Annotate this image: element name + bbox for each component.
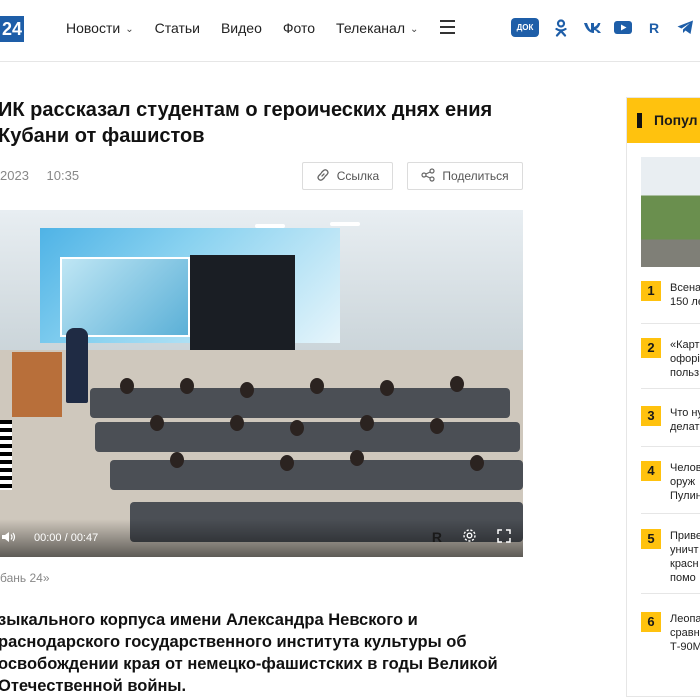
nav-item-label: Телеканал <box>336 20 405 36</box>
nav-item-label: Видео <box>220 20 262 36</box>
divider <box>641 446 700 447</box>
video-frame-audience <box>310 378 324 394</box>
article-meta: 2023 10:35 <box>0 168 79 183</box>
telegram-icon[interactable] <box>676 19 694 37</box>
nav-item-video[interactable]: Видео <box>221 20 262 36</box>
popular-item-number: 5 <box>641 529 661 549</box>
social-links: ДОК R <box>511 18 694 37</box>
nav-item-label: Статьи <box>154 20 200 36</box>
share-button[interactable]: Поделиться <box>407 162 523 190</box>
video-time: 00:00 / 00:47 <box>34 532 99 544</box>
popular-sidebar: Попул 1 Всена150 ле 2 «Картофоріпольз 3 … <box>626 97 700 697</box>
video-frame-audience <box>290 420 304 436</box>
popular-item[interactable]: 4 Челов оруж Пулин <box>641 461 700 505</box>
nav-item-label: Фото <box>282 20 316 36</box>
video-controls-right: R <box>432 528 511 546</box>
video-frame-audience <box>120 378 134 394</box>
popular-item-title: «Карт офорі польз <box>670 339 700 379</box>
video-frame-light <box>330 222 360 226</box>
copy-link-button[interactable]: Ссылка <box>302 162 393 190</box>
video-frame-audience <box>360 415 374 431</box>
site-logo[interactable]: 24 <box>0 16 24 42</box>
popular-item-number: 4 <box>641 461 661 481</box>
volume-icon[interactable] <box>2 531 18 546</box>
share-label: Поделиться <box>442 169 509 183</box>
popular-item-number: 3 <box>641 406 661 426</box>
chevron-down-icon: ⌄ <box>125 23 134 35</box>
video-frame-audience <box>350 450 364 466</box>
link-icon <box>316 168 330 185</box>
site-header: 24 Новости ⌄ Статьи Видео Фото Телеканал ⌄… <box>0 0 700 62</box>
nav-item-photo[interactable]: Фото <box>283 20 315 36</box>
video-frame-audience <box>170 452 184 468</box>
video-frame-audience <box>380 380 394 396</box>
video-frame-audience <box>150 415 164 431</box>
article-time: 10:35 <box>46 168 80 183</box>
article-lead: зыкального корпуса имени Александра Невс… <box>0 611 498 695</box>
video-caption: бань 24» <box>0 571 50 585</box>
article-title: ИК рассказал студентам о героических дня… <box>0 99 493 147</box>
popular-item-title: Леопа сравн Т-90М <box>670 613 700 653</box>
video-frame-speaker <box>66 328 88 403</box>
popular-item[interactable]: 5 Приве уничт красн помо <box>641 529 700 584</box>
nav-item-news[interactable]: Новости ⌄ <box>66 20 134 36</box>
odnoklassniki-icon[interactable] <box>552 18 570 37</box>
video-frame-audience <box>230 415 244 431</box>
popular-item-title: Что ну делат <box>670 407 700 433</box>
video-frame-audience <box>430 418 444 434</box>
divider <box>641 323 700 324</box>
popular-item-title: Всена150 ле <box>670 282 700 308</box>
nav-item-label: Новости <box>66 20 121 36</box>
nav-item-articles[interactable]: Статьи <box>155 20 200 36</box>
popular-item-title: Челов оруж Пулин <box>670 462 700 502</box>
youtube-icon[interactable] <box>614 19 632 37</box>
popular-item-number: 6 <box>641 612 661 632</box>
popular-item[interactable]: 6 Леопа сравн Т-90М <box>641 612 700 656</box>
share-icon <box>421 167 435 185</box>
popular-item-number: 2 <box>641 338 661 358</box>
popular-item-title: Приве уничт красн помо <box>670 530 700 584</box>
popular-item[interactable]: 3 Что ну делат <box>641 406 700 450</box>
sidebar-title: Попул <box>627 98 700 143</box>
divider <box>641 513 700 514</box>
video-frame-audience <box>470 455 484 471</box>
article-date: 2023 <box>0 168 29 183</box>
sidebar-featured-image[interactable] <box>641 157 700 267</box>
divider <box>641 593 700 594</box>
main-nav: Новости ⌄ Статьи Видео Фото Телеканал ⌄ <box>66 20 439 36</box>
video-frame-seat-row <box>90 388 510 418</box>
video-frame-stage <box>190 255 295 355</box>
rutube-logo-icon[interactable]: R <box>432 529 442 545</box>
divider <box>641 388 700 389</box>
video-frame-lectern <box>12 352 62 417</box>
video-player[interactable]: 00:00 / 00:47 R <box>0 210 523 557</box>
rutube-icon[interactable]: R <box>645 19 663 37</box>
vk-icon[interactable] <box>583 19 601 37</box>
nav-item-tv[interactable]: Телеканал ⌄ <box>336 20 418 36</box>
popular-item-number: 1 <box>641 281 661 301</box>
video-frame-audience <box>180 378 194 394</box>
video-frame-slide <box>60 257 190 337</box>
menu-hamburger-icon[interactable] <box>440 20 455 34</box>
fullscreen-icon[interactable] <box>497 528 511 546</box>
popular-item[interactable]: 1 Всена150 ле <box>641 281 700 325</box>
chevron-down-icon: ⌄ <box>410 23 419 35</box>
video-frame-audience <box>450 376 464 392</box>
qr-code <box>0 420 12 490</box>
copy-link-label: Ссылка <box>336 169 380 183</box>
video-frame-audience <box>240 382 254 398</box>
settings-gear-icon[interactable] <box>462 528 477 546</box>
dok-badge-icon[interactable]: ДОК <box>511 18 539 37</box>
popular-item[interactable]: 2 «Карт офорі польз <box>641 338 700 382</box>
video-frame-audience <box>280 455 294 471</box>
